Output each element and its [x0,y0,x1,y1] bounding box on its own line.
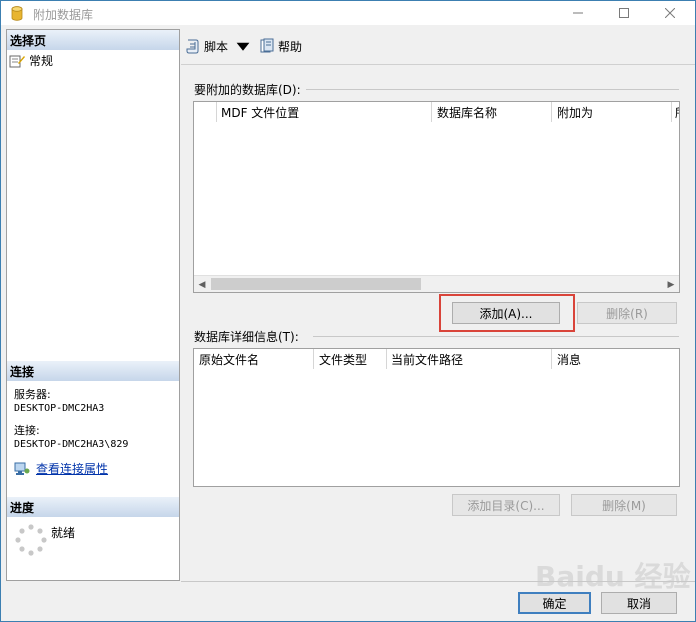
highlight-box [439,294,575,332]
horizontal-scrollbar[interactable]: ◀ ▶ [194,275,679,292]
col-attach-as[interactable]: 附加为 [557,104,593,121]
close-button[interactable] [647,1,693,25]
script-button[interactable]: 脚本 [185,38,251,55]
column-separator [431,102,432,122]
toolbar-divider [181,64,695,65]
help-icon [260,38,274,53]
database-icon [11,6,23,21]
server-label: 服务器: [14,388,51,401]
maximize-button[interactable] [601,1,647,25]
col-owner[interactable]: 所 [675,104,679,121]
help-button[interactable]: 帮助 [259,38,302,55]
connection-header: 连接 [7,361,179,381]
attach-databases-label: 要附加的数据库(D): [194,83,301,97]
watermark: Baidu 经验 [535,560,691,593]
window-title: 附加数据库 [33,8,94,22]
title-bar: 附加数据库 [1,1,695,25]
maximize-icon [619,8,629,18]
left-pane: 选择页 常规 连接 服务器: DESKTOP-DMC2HA3 连接: DESKT… [6,29,180,581]
connection-label: 连接: [14,424,40,437]
database-details-label: 数据库详细信息(T): [194,330,299,344]
connection-properties-icon [14,462,30,475]
col-mdf-location[interactable]: MDF 文件位置 [221,104,299,121]
server-value: DESKTOP-DMC2HA3 [14,403,105,414]
remove-database-button[interactable]: 删除(R) [577,302,677,324]
script-label: 脚本 [204,39,229,54]
attach-group-rule [306,89,679,90]
column-separator [551,102,552,122]
progress-status: 就绪 [51,526,76,540]
minimize-button[interactable] [555,1,601,25]
view-connection-properties-link[interactable]: 查看连接属性 [36,460,108,477]
page-item-general[interactable]: 常规 [9,52,53,69]
toolbar: 脚本 帮助 [185,35,310,57]
col-file-type[interactable]: 文件类型 [319,351,367,368]
attach-databases-grid[interactable]: MDF 文件位置 数据库名称 附加为 所 ◀ ▶ [193,101,680,293]
column-separator [216,102,217,122]
script-icon [186,39,199,54]
connection-value: DESKTOP-DMC2HA3\829 [14,439,129,450]
scroll-left-icon[interactable]: ◀ [194,277,210,292]
column-separator [671,102,672,122]
cancel-button[interactable]: 取消 [601,592,677,614]
column-separator [551,349,552,369]
col-current-file-path[interactable]: 当前文件路径 [391,351,463,368]
attach-grid-header: MDF 文件位置 数据库名称 附加为 所 [194,102,679,122]
col-database-name[interactable]: 数据库名称 [437,104,497,121]
page-general-icon [9,55,25,67]
column-separator [313,349,314,369]
remove-detail-button[interactable]: 删除(M) [571,494,677,516]
add-catalog-button[interactable]: 添加目录(C)... [452,494,560,516]
details-group-rule [313,336,679,337]
page-item-label: 常规 [29,54,54,68]
scroll-right-icon[interactable]: ▶ [663,277,679,292]
view-connection-properties[interactable]: 查看连接属性 [14,460,108,477]
attach-database-dialog: 附加数据库 选择页 常规 连接 服务器: DESKTOP-DMC2HA3 连接:… [0,0,696,622]
col-original-file-name[interactable]: 原始文件名 [199,351,259,368]
close-icon [665,8,675,18]
col-message[interactable]: 消息 [557,351,581,368]
ok-button[interactable]: 确定 [518,592,591,614]
select-page-header: 选择页 [7,30,179,50]
column-separator [386,349,387,369]
database-details-grid[interactable]: 原始文件名 文件类型 当前文件路径 消息 [193,348,680,487]
chevron-down-icon[interactable] [235,38,251,54]
minimize-icon [573,12,583,14]
progress-header: 进度 [7,497,179,517]
progress-spinner-icon [15,524,47,556]
scroll-thumb[interactable] [211,278,421,290]
help-label: 帮助 [278,39,303,54]
details-grid-header: 原始文件名 文件类型 当前文件路径 消息 [194,349,679,369]
